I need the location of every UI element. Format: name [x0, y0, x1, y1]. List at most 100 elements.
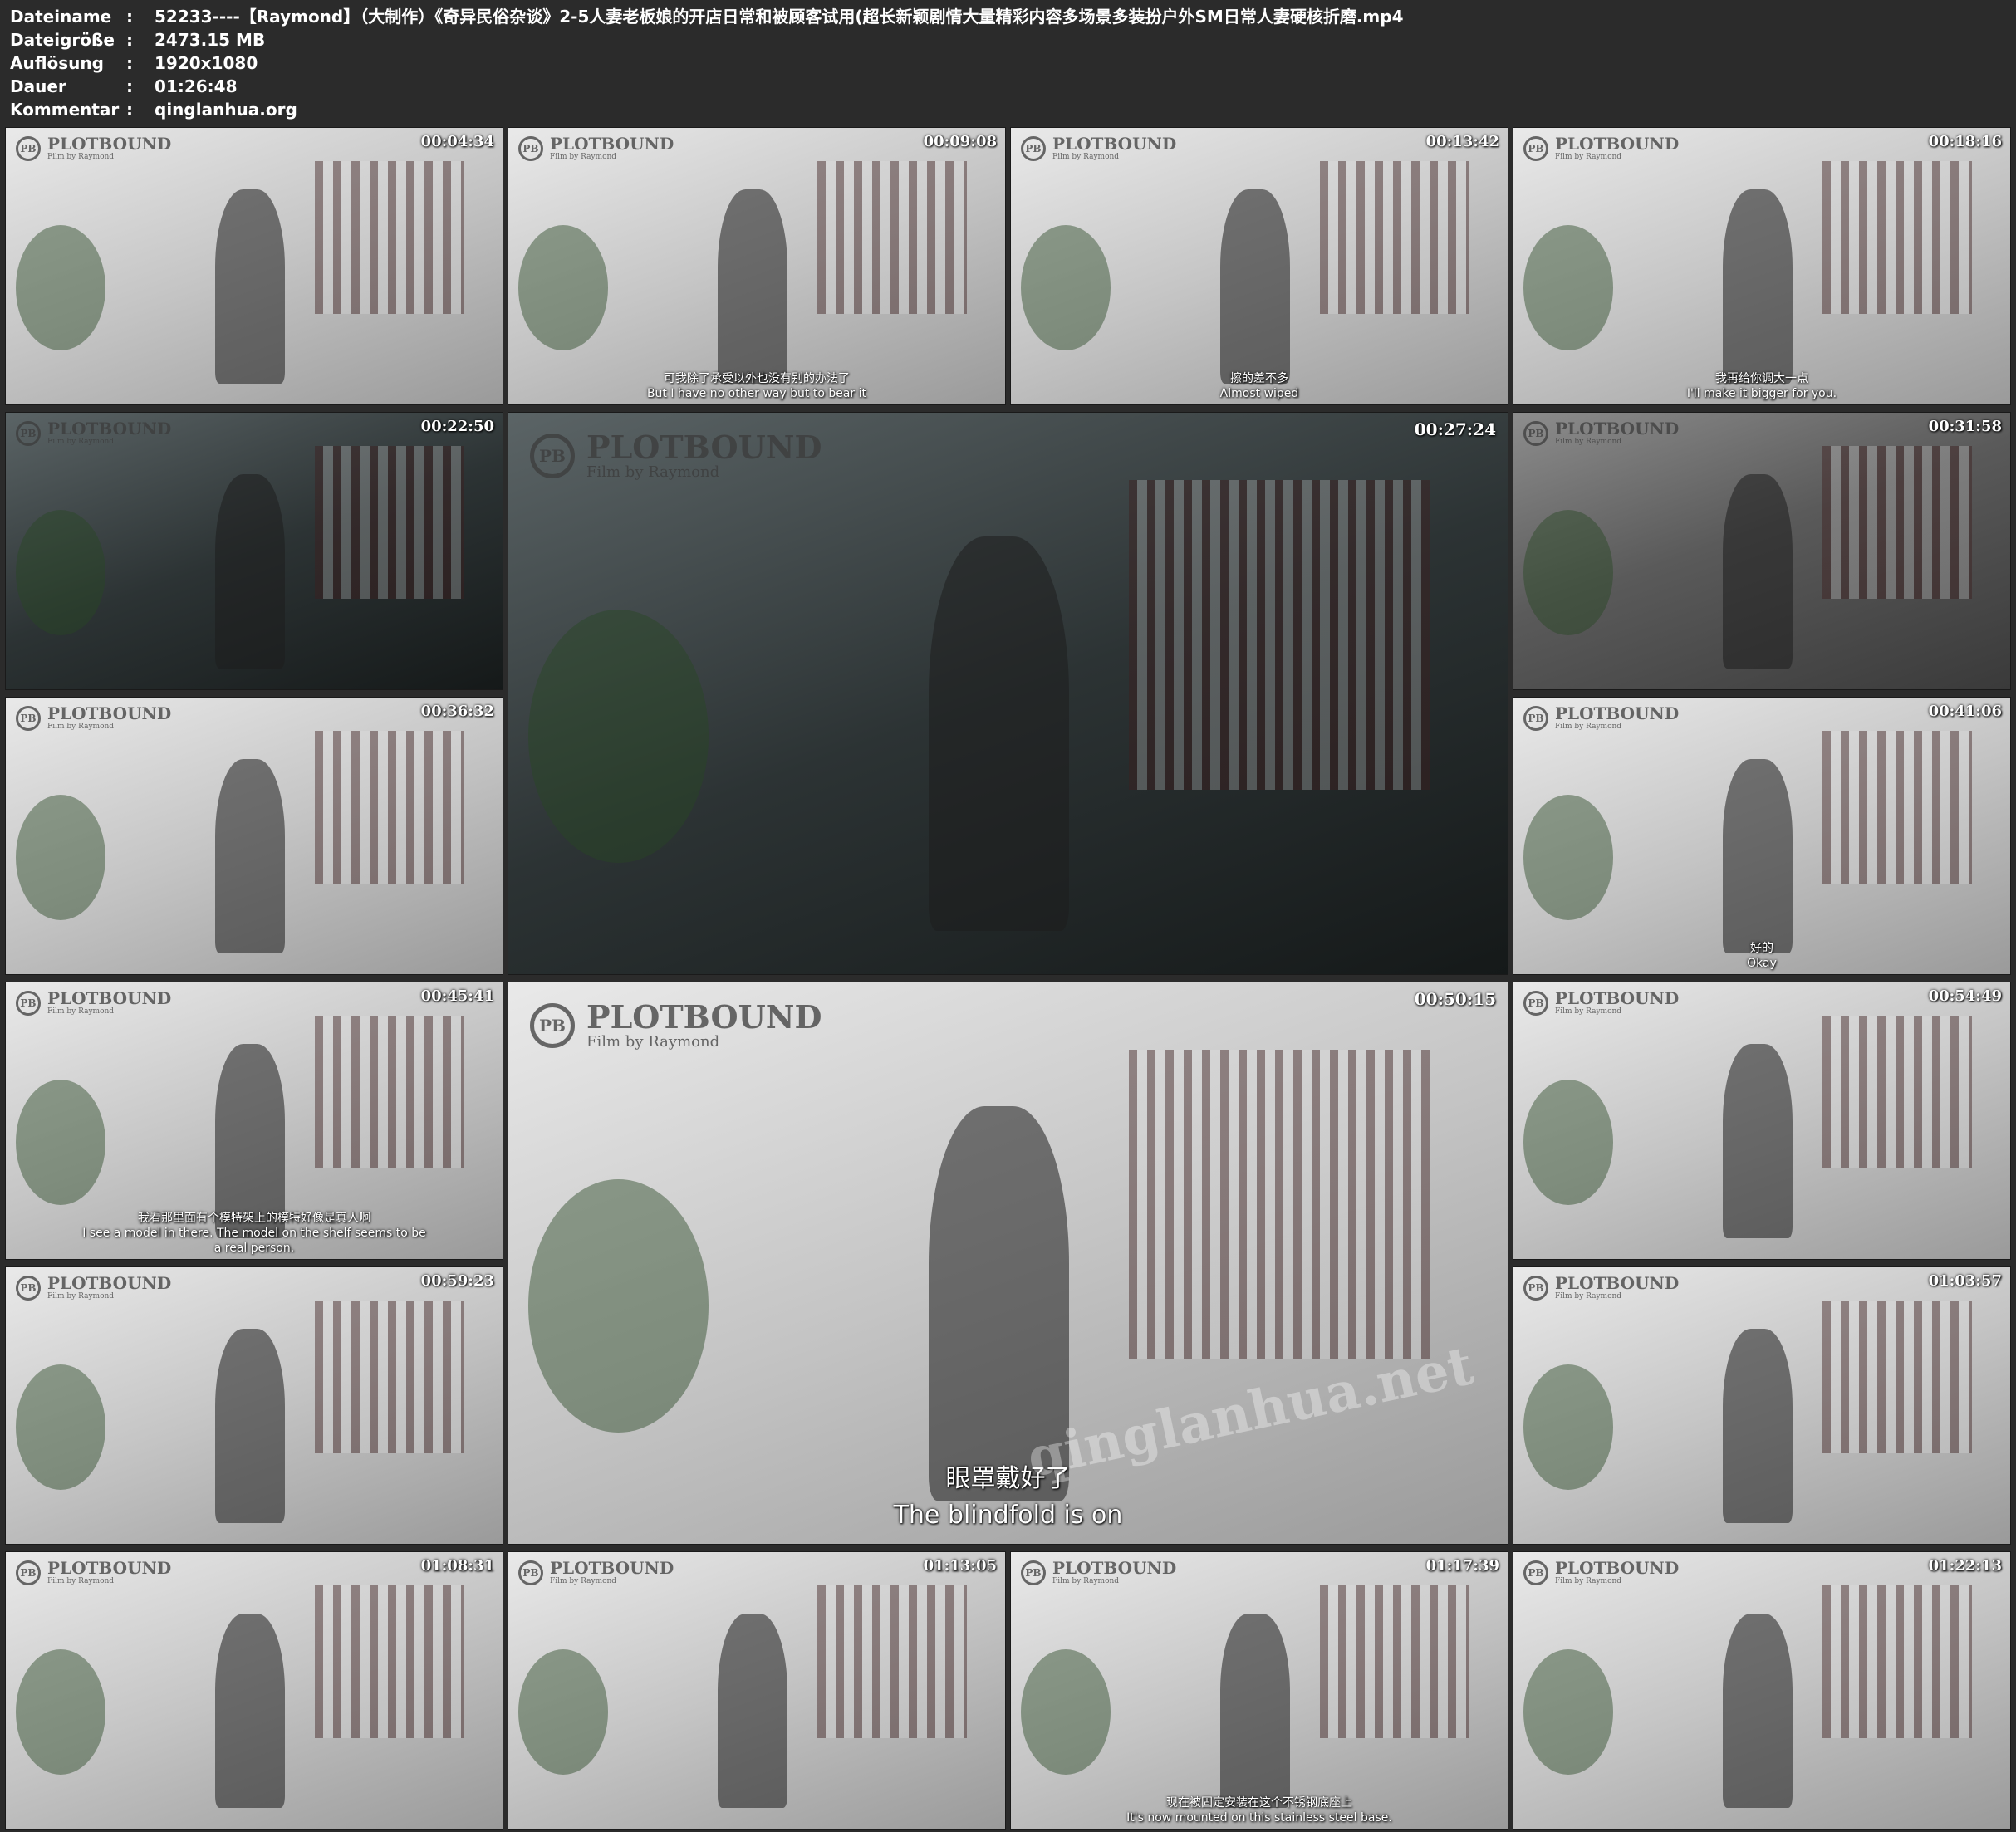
subtitle-line: 我再给你调大一点	[1715, 372, 1808, 385]
logo-subtitle: Film by Raymond	[1555, 1007, 1622, 1016]
logo-mark-icon: PB	[518, 135, 543, 161]
logo-title: PLOTBOUND	[47, 1558, 172, 1578]
timestamp: 00:41:06	[1928, 703, 2002, 720]
logo-subtitle: Film by Raymond	[550, 153, 617, 161]
scene-plant	[16, 225, 105, 350]
subtitle-caption: 现在被固定安装在这个不锈钢底座上 It's now mounted on this…	[1011, 1795, 1508, 1825]
scene-figure	[215, 1043, 285, 1239]
scene-plant	[1523, 1080, 1613, 1205]
subtitle-line: Almost wiped	[1219, 387, 1299, 400]
logo-mark-icon: PB	[1523, 1275, 1548, 1301]
subtitle-line: Okay	[1747, 957, 1777, 970]
scene-plant	[16, 1364, 105, 1490]
scene-rack	[1822, 1016, 1972, 1169]
subtitle-caption: 我再给你调大一点 I'll make it bigger for you.	[1513, 371, 2010, 401]
logo-subtitle: Film by Raymond	[47, 723, 115, 731]
plotbound-logo: PB PLOTBOUND Film by Raymond	[518, 135, 674, 162]
plotbound-logo: PB PLOTBOUND Film by Raymond	[1523, 1274, 1679, 1301]
subtitle-line: The blindfold is on	[893, 1501, 1123, 1530]
duration-value: 01:26:48	[155, 76, 238, 96]
subtitle-caption: 我看那里面有个模特架上的模特好像是真人啊 I see a model in the…	[6, 1211, 503, 1256]
timestamp: 01:17:39	[1425, 1557, 1499, 1575]
scene-plant	[1523, 225, 1613, 350]
logo-subtitle: Film by Raymond	[586, 463, 720, 481]
plotbound-logo: PB PLOTBOUND Film by Raymond	[16, 704, 171, 732]
logo-mark-icon: PB	[518, 1560, 543, 1585]
subtitle-line: 可我除了承受以外也没有别的办法了	[664, 372, 850, 385]
video-thumbnail: PB PLOTBOUND Film by Raymond 01:17:39 现在被固定安…	[1010, 1551, 1508, 1830]
scene-rack	[315, 161, 464, 315]
scene-figure	[929, 536, 1069, 931]
timestamp: 00:59:23	[420, 1272, 494, 1290]
plotbound-logo: PB PLOTBOUND Film by Raymond	[1523, 989, 1679, 1016]
subtitle-line: 眼罩戴好了	[945, 1464, 1071, 1493]
filesize-key: Dateigröße	[10, 30, 115, 50]
scene-rack	[817, 161, 967, 315]
resolution-key: Auflösung	[10, 53, 104, 73]
timestamp: 00:31:58	[1928, 418, 2002, 435]
separator: :	[126, 30, 133, 50]
scene-rack	[1129, 480, 1430, 791]
logo-title: PLOTBOUND	[47, 1273, 172, 1293]
scene-figure	[215, 473, 285, 669]
separator: :	[126, 76, 133, 96]
plotbound-logo: PB PLOTBOUND Film by Raymond	[1523, 419, 1679, 447]
plotbound-logo: PB PLOTBOUND Film by Raymond	[1523, 704, 1679, 732]
scene-figure	[1723, 1043, 1793, 1239]
video-thumbnail: PB PLOTBOUND Film by Raymond 00:27:24	[508, 412, 1508, 975]
subtitle-line: 好的	[1750, 942, 1773, 955]
scene-plant	[16, 795, 105, 920]
comment-key: Kommentar	[10, 100, 120, 120]
subtitle-line: 现在被固定安装在这个不锈钢底座上	[1166, 1796, 1352, 1810]
subtitle-caption: 可我除了承受以外也没有别的办法了 But I have no other way …	[508, 371, 1005, 401]
logo-title: PLOTBOUND	[1555, 134, 1680, 154]
logo-mark-icon: PB	[16, 990, 41, 1016]
logo-title: PLOTBOUND	[1052, 1558, 1177, 1578]
video-thumbnail: PB PLOTBOUND Film by Raymond 00:36:32	[5, 697, 503, 975]
logo-subtitle: Film by Raymond	[47, 153, 115, 161]
video-thumbnail: PB PLOTBOUND Film by Raymond 01:22:13	[1513, 1551, 2011, 1830]
subtitle-line: 我看那里面有个模特架上的模特好像是真人啊	[138, 1212, 370, 1225]
timestamp: 01:13:05	[923, 1557, 997, 1575]
video-thumbnail: PB PLOTBOUND Film by Raymond 00:04:34	[5, 127, 503, 405]
video-thumbnail: PB PLOTBOUND Film by Raymond 01:08:31	[5, 1551, 503, 1830]
logo-title: PLOTBOUND	[550, 1558, 674, 1578]
logo-mark-icon: PB	[1523, 1560, 1548, 1585]
filename-row: Dateiname: 52233----【Raymond】（大制作）《奇异民俗杂谈…	[10, 5, 1404, 28]
filesize-value: 2473.15 MB	[155, 30, 266, 50]
resolution-row: Auflösung: 1920x1080	[10, 51, 258, 75]
video-thumbnail: PB PLOTBOUND Film by Raymond 00:31:58	[1513, 412, 2011, 690]
scene-plant	[518, 1649, 608, 1775]
plotbound-logo: PB PLOTBOUND Film by Raymond	[16, 1274, 171, 1301]
scene-figure	[215, 1328, 285, 1524]
logo-title: PLOTBOUND	[1555, 419, 1680, 438]
logo-mark-icon: PB	[1523, 420, 1548, 446]
logo-subtitle: Film by Raymond	[1052, 153, 1120, 161]
logo-subtitle: Film by Raymond	[47, 1007, 115, 1016]
scene-rack	[1822, 1585, 1972, 1739]
scene-rack	[315, 731, 464, 884]
scene-figure	[718, 189, 787, 385]
scene-rack	[1822, 446, 1972, 600]
scene-figure	[1723, 1328, 1793, 1524]
video-thumbnail: PB PLOTBOUND Film by Raymond 00:59:23	[5, 1266, 503, 1545]
scene-figure	[215, 758, 285, 954]
video-thumbnail: PB PLOTBOUND Film by Raymond 00:45:41 我看那里面有…	[5, 982, 503, 1260]
timestamp: 00:04:34	[420, 133, 494, 150]
filesize-row: Dateigröße: 2473.15 MB	[10, 28, 265, 51]
video-thumbnail: PB PLOTBOUND Film by Raymond 00:50:15 眼罩戴好了 T…	[508, 982, 1508, 1545]
logo-title: PLOTBOUND	[1555, 1273, 1680, 1293]
separator: :	[126, 7, 133, 27]
logo-mark-icon: PB	[1021, 1560, 1046, 1585]
filename-key: Dateiname	[10, 7, 112, 27]
timestamp: 00:27:24	[1414, 419, 1496, 439]
logo-mark-icon: PB	[16, 705, 41, 731]
separator: :	[126, 53, 133, 73]
timestamp: 01:03:57	[1928, 1272, 2002, 1290]
scene-rack	[1822, 731, 1972, 884]
logo-mark-icon: PB	[16, 135, 41, 161]
logo-mark-icon: PB	[1523, 705, 1548, 731]
filename-value: 52233----【Raymond】（大制作）《奇异民俗杂谈》2-5人妻老板娘的…	[155, 7, 1404, 27]
comment-value: qinglanhua.org	[155, 100, 297, 120]
logo-mark-icon: PB	[1523, 990, 1548, 1016]
